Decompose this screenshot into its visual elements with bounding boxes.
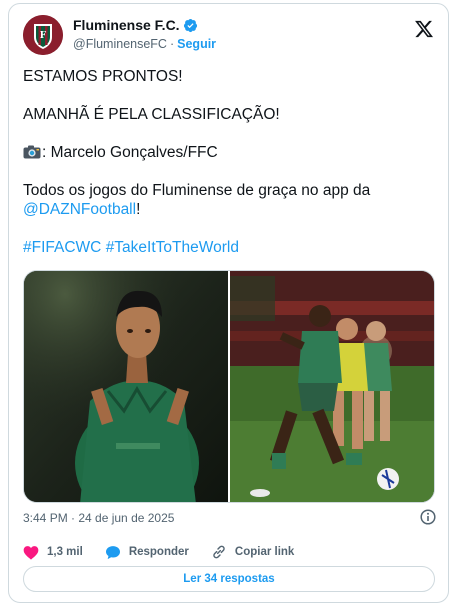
training-photo-right[interactable] — [230, 271, 434, 502]
player-photo-left[interactable] — [24, 271, 228, 502]
reply-button[interactable]: Responder — [105, 545, 189, 560]
training-session-image — [230, 271, 434, 502]
read-replies-label: Ler 34 respostas — [183, 573, 275, 585]
x-logo-icon[interactable] — [414, 19, 434, 39]
media-grid — [23, 270, 435, 503]
promo-text: Todos os jogos do Fluminense de graça no… — [23, 182, 371, 199]
info-icon[interactable] — [420, 509, 436, 525]
like-button[interactable]: 1,3 mil — [23, 545, 83, 560]
reply-label: Responder — [128, 546, 189, 558]
tweet-card: F Fluminense F.C. @FluminenseFC · Seguir… — [8, 3, 449, 603]
copy-link-label: Copiar link — [234, 546, 295, 558]
promo-end: ! — [136, 201, 141, 218]
link-icon — [213, 545, 225, 559]
tweet-timestamp[interactable]: 3:44 PM · 24 de jun de 2025 — [23, 511, 174, 525]
heart-icon — [23, 545, 39, 560]
tweet-line: ESTAMOS PRONTOS! — [23, 68, 183, 85]
hashtag-link[interactable]: #TakeItToTheWorld — [106, 239, 239, 256]
author-name-row: Fluminense F.C. — [73, 17, 198, 33]
verified-badge-icon — [183, 18, 197, 32]
tweet-header: F Fluminense F.C. @FluminenseFC · Seguir — [23, 15, 436, 55]
club-crest-icon: F — [23, 15, 63, 55]
author-handle[interactable]: @FluminenseFC — [73, 37, 167, 51]
like-count: 1,3 mil — [47, 546, 83, 558]
separator-dot: · — [169, 37, 175, 51]
hashtag-link[interactable]: #FIFACWC — [23, 239, 101, 256]
author-name[interactable]: Fluminense F.C. — [73, 17, 180, 33]
photo-credit-line: : Marcelo Gonçalves/FFC — [23, 143, 439, 162]
author-handle-row: @FluminenseFC · Seguir — [73, 37, 216, 51]
avatar[interactable]: F — [23, 15, 63, 55]
tweet-text: ESTAMOS PRONTOS! AMANHÃ É PELA CLASSIFIC… — [23, 67, 439, 257]
svg-text:F: F — [40, 31, 47, 41]
mention-link[interactable]: @DAZNFootball — [23, 201, 136, 218]
photo-credit: : Marcelo Gonçalves/FFC — [42, 144, 218, 161]
copy-link-button[interactable]: Copiar link — [211, 544, 294, 560]
camera-icon — [23, 145, 41, 159]
tweet-line: AMANHÃ É PELA CLASSIFICAÇÃO! — [23, 106, 280, 123]
hashtag-line: #FIFACWC #TakeItToTheWorld — [23, 238, 439, 257]
follow-button[interactable]: Seguir — [177, 37, 216, 51]
promo-line: Todos os jogos do Fluminense de graça no… — [23, 181, 439, 219]
tweet-actions: 1,3 mil Responder Copiar link — [23, 542, 316, 562]
reply-bubble-icon — [105, 545, 120, 559]
read-replies-button[interactable]: Ler 34 respostas — [23, 566, 435, 592]
player-portrait-image — [24, 271, 228, 502]
